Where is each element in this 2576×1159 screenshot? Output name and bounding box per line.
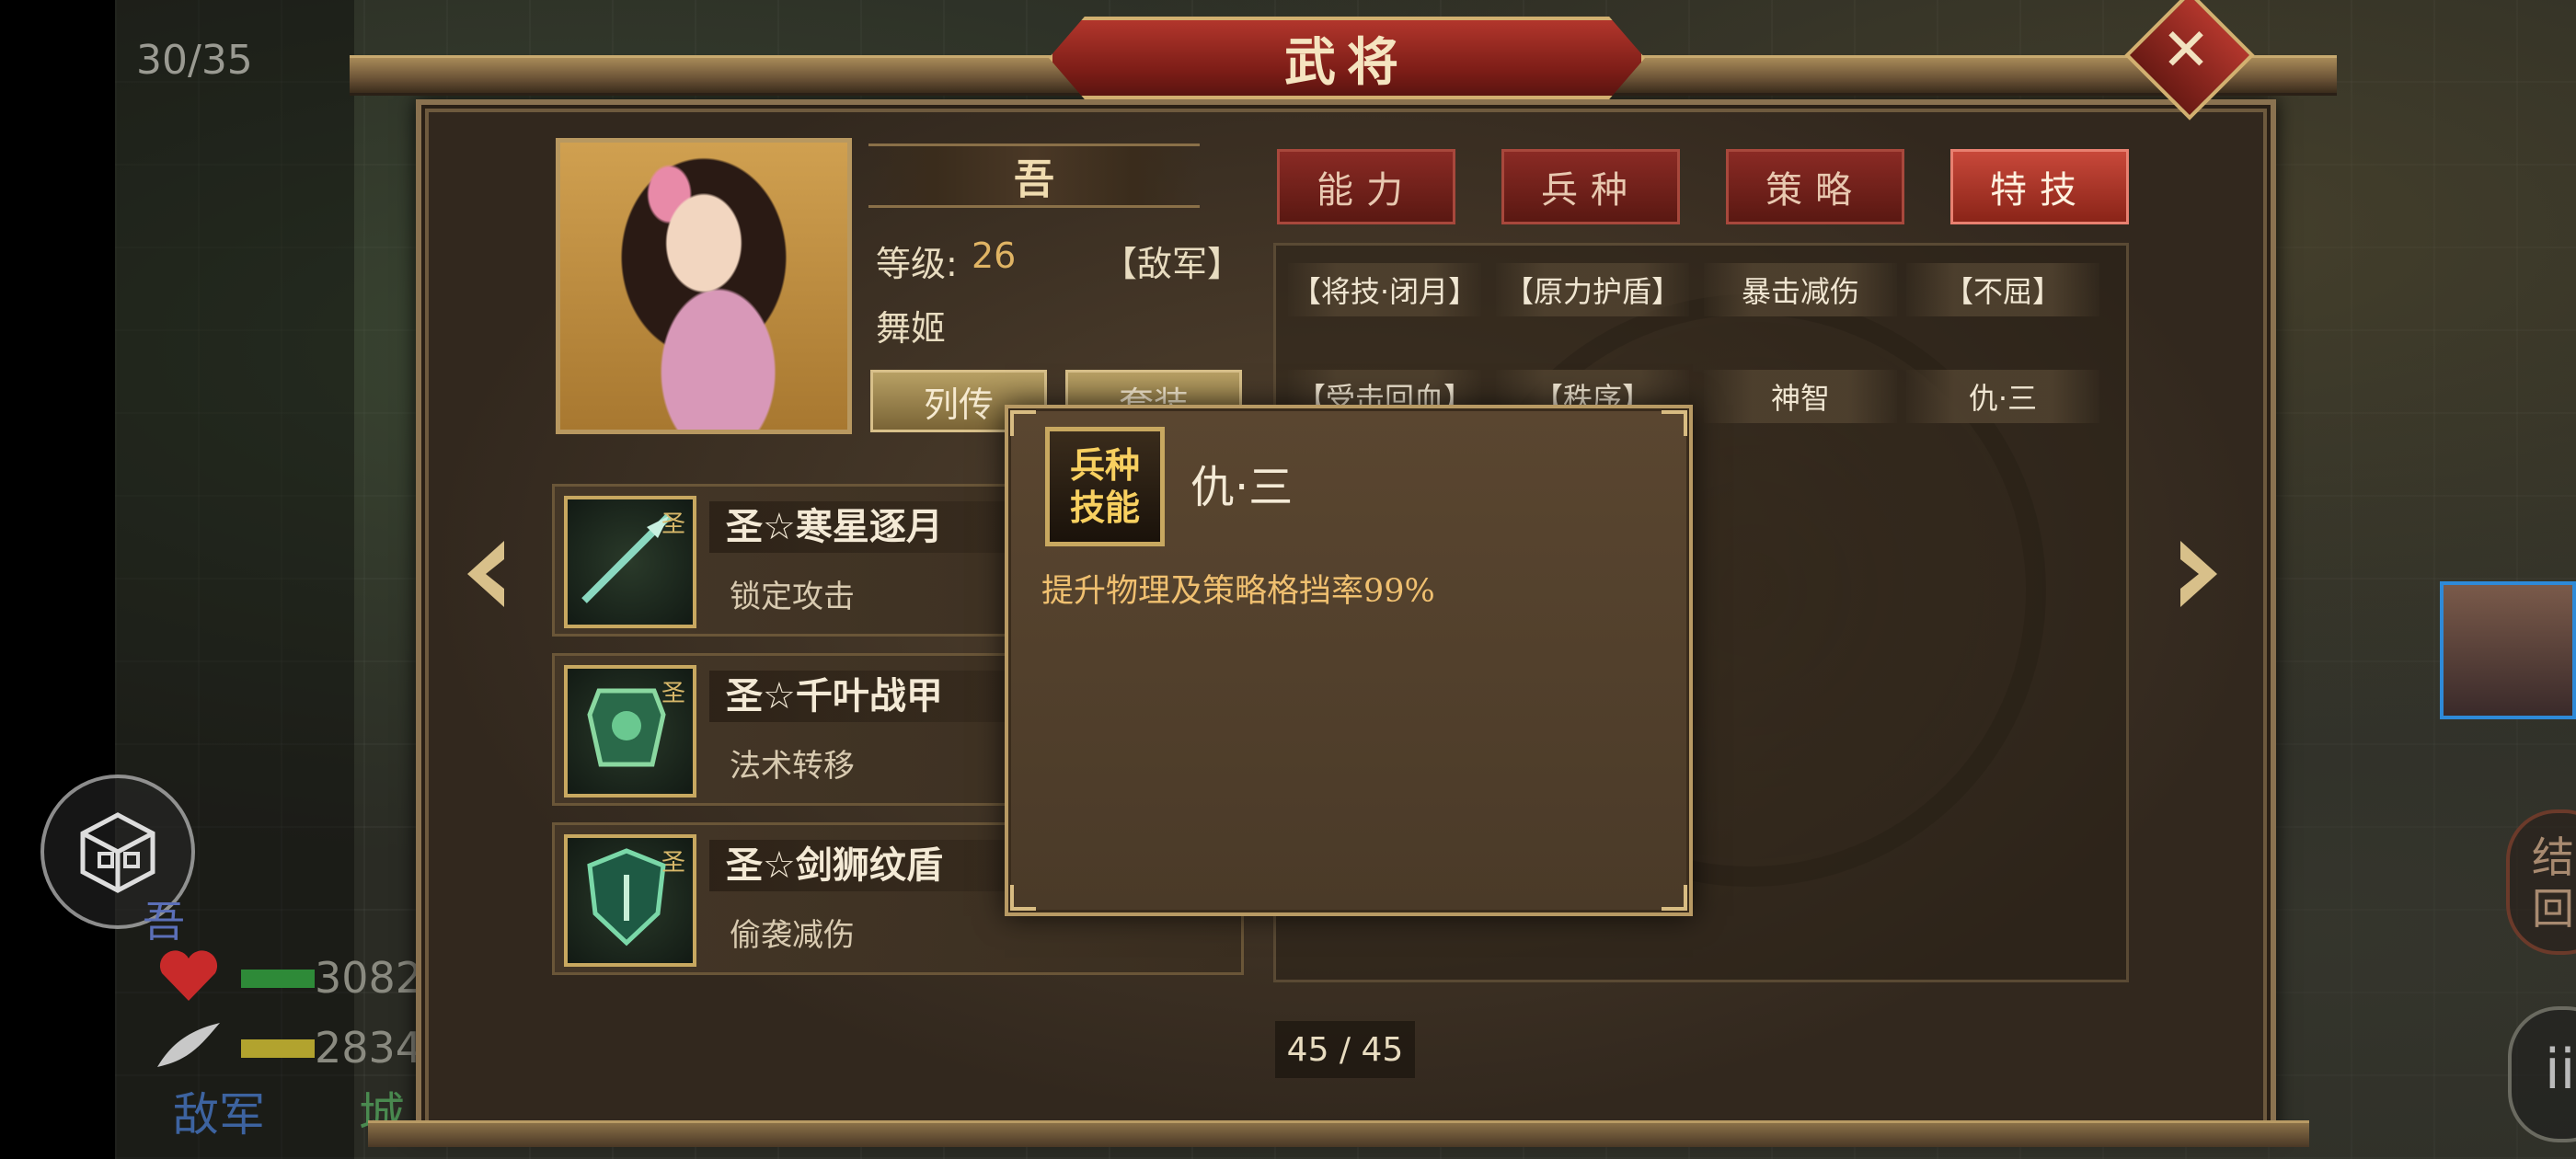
unit-portrait-mini[interactable] <box>2440 581 2576 719</box>
tooltip-title: 仇·三 <box>1190 462 1294 513</box>
level-value: 26 <box>972 235 1017 276</box>
skill-chip[interactable]: 【将技·闭月】 <box>1288 263 1481 316</box>
skill-chip[interactable]: 仇·三 <box>1906 370 2099 423</box>
tab-troop[interactable]: 兵种 <box>1501 149 1680 224</box>
end-turn-label: 结 回 <box>2532 832 2574 934</box>
hero-class: 舞姬 <box>876 308 947 349</box>
equipment-effect: 法术转移 <box>730 748 855 785</box>
tab-strategy[interactable]: 策略 <box>1726 149 1904 224</box>
hp-value: 3082 <box>315 953 423 1003</box>
end-turn-button[interactable]: 结 回 <box>2506 809 2576 955</box>
shield-icon: 圣 <box>564 834 696 967</box>
heart-icon <box>159 950 218 1001</box>
info-label: ii <box>2545 1038 2576 1102</box>
window-title: 武将 <box>1284 31 1409 93</box>
close-icon[interactable]: ✕ <box>2158 18 2214 83</box>
skill-chip[interactable]: 【不屈】 <box>1906 263 2099 316</box>
faction-label: 【敌军】 <box>1102 244 1243 284</box>
wing-icon <box>157 1023 220 1067</box>
hero-name-plate: 吾 <box>868 143 1200 208</box>
unit-counter: 30/35 <box>136 37 253 84</box>
badge-line-1: 兵种 <box>1069 445 1140 486</box>
spear-icon: 圣 <box>564 496 696 628</box>
equipment-effect: 偷袭减伤 <box>730 917 855 954</box>
level-label: 等级: <box>876 244 958 284</box>
skill-chip[interactable]: 暴击减伤 <box>1704 263 1897 316</box>
troop-skill-badge: 兵种 技能 <box>1045 427 1165 546</box>
info-button[interactable]: ii <box>2508 1006 2576 1142</box>
mp-value: 2834 <box>315 1023 423 1073</box>
tooltip-description: 提升物理及策略格挡率99% <box>1041 573 1435 610</box>
title-plate: 武将 <box>1049 17 1645 99</box>
badge-line-2: 技能 <box>1069 488 1140 528</box>
mp-bar <box>241 1039 315 1058</box>
skill-chip[interactable]: 神智 <box>1704 370 1897 423</box>
equipment-effect: 锁定攻击 <box>730 579 855 615</box>
panel-bottom-rail <box>368 1120 2309 1147</box>
tab-ability[interactable]: 能力 <box>1277 149 1455 224</box>
next-arrow-icon[interactable] <box>2171 537 2226 611</box>
tab-special-skill[interactable]: 特技 <box>1950 149 2129 224</box>
prev-arrow-icon[interactable] <box>458 537 513 611</box>
skill-tooltip: 兵种 技能 仇·三 提升物理及策略格挡率99% <box>1005 405 1693 916</box>
page-counter: 45 / 45 <box>1275 1021 1415 1078</box>
hero-name: 吾 <box>1014 156 1054 203</box>
hero-portrait <box>556 138 852 434</box>
skill-chip[interactable]: 【原力护盾】 <box>1496 263 1689 316</box>
enemy-label: 敌军 <box>173 1088 265 1142</box>
map-hero-name: 吾 <box>143 897 185 947</box>
armor-icon: 圣 <box>564 665 696 798</box>
hp-bar <box>241 970 315 988</box>
cube-icon <box>80 812 155 893</box>
